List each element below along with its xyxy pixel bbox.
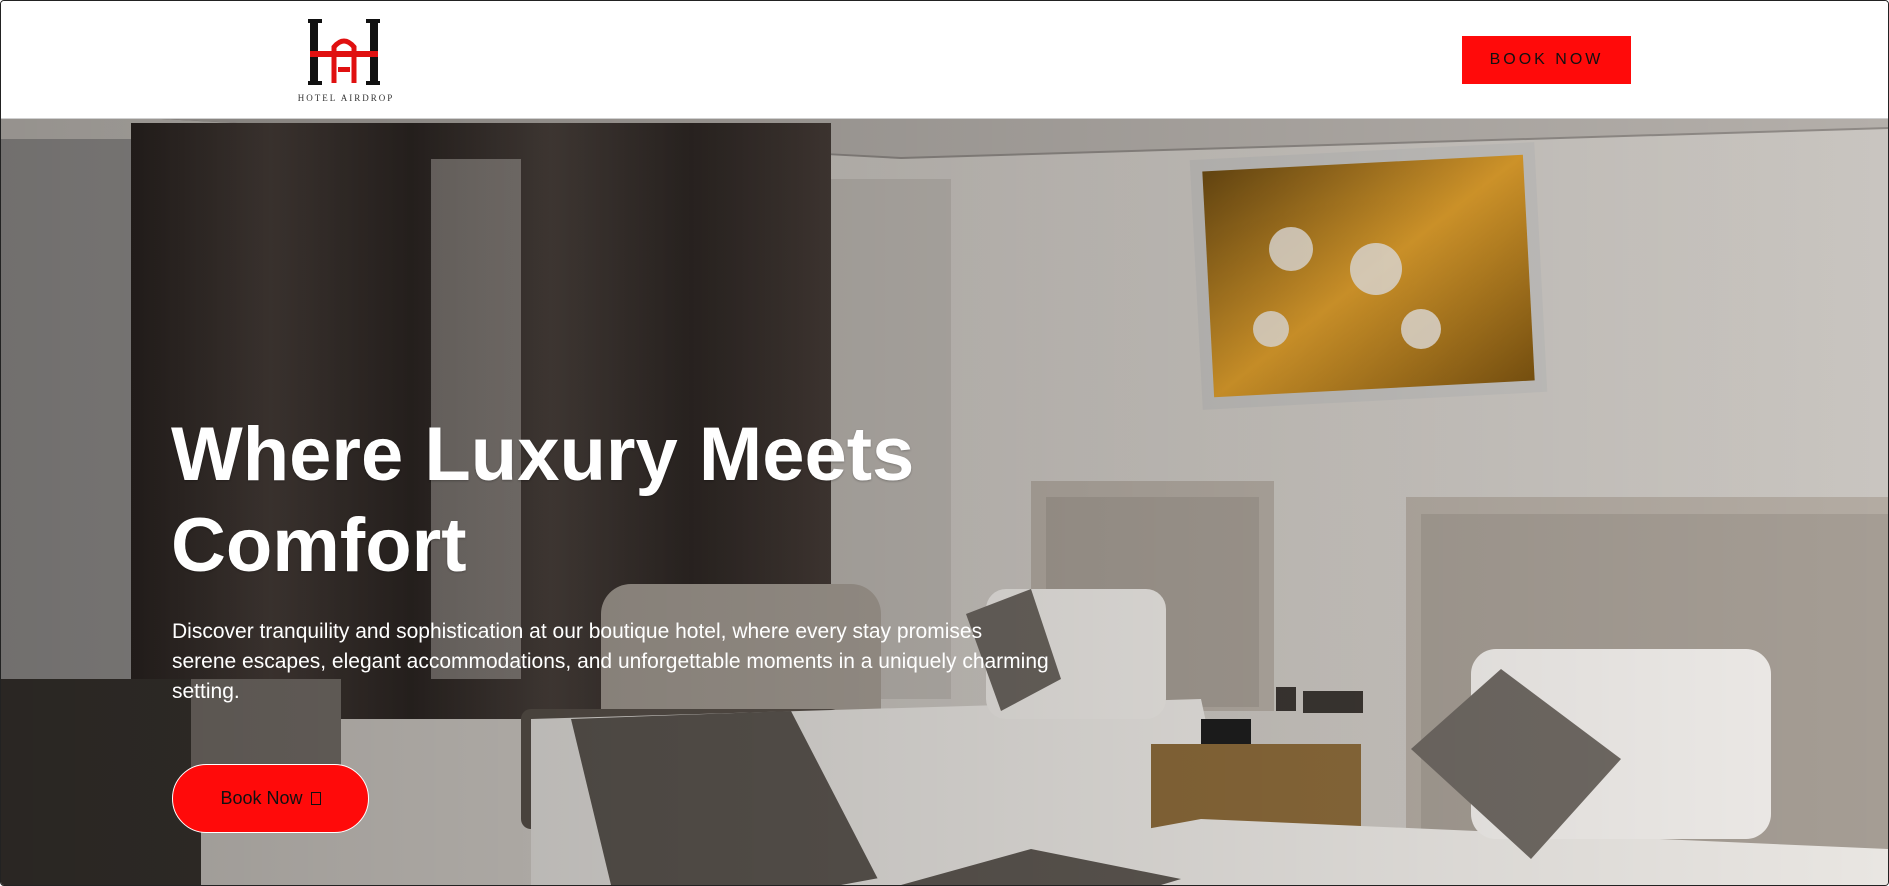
arrow-icon [310, 792, 321, 805]
hero-section: Where Luxury Meets Comfort Discover tran… [1, 119, 1888, 885]
header-book-now-button[interactable]: BOOK NOW [1462, 36, 1631, 84]
hotel-logo[interactable]: HOTEL AIRDROP [290, 17, 402, 105]
hotel-monogram-icon [308, 19, 380, 85]
hero-title: Where Luxury Meets Comfort [171, 412, 915, 588]
site-header: HOTEL AIRDROP BOOK NOW [1, 1, 1888, 119]
browser-viewport: HOTEL AIRDROP BOOK NOW Where Luxury Meet… [0, 0, 1889, 886]
hero-button-label: Book Now [220, 788, 303, 808]
hero-book-now-button[interactable]: Book Now [172, 764, 369, 833]
logo-text: HOTEL AIRDROP [297, 93, 395, 103]
hero-description: Discover tranquility and sophistication … [172, 620, 1049, 703]
